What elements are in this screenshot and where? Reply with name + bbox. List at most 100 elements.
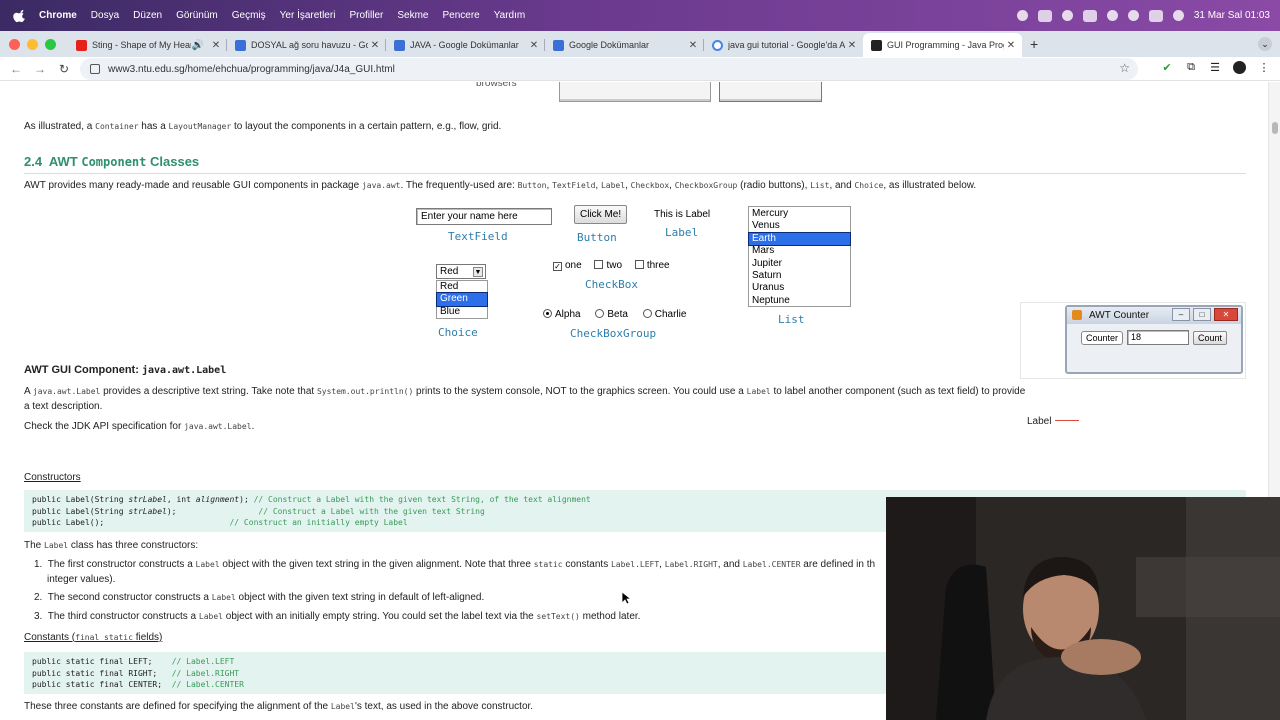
figure-box-left [559,82,711,102]
minimize-window-icon[interactable] [27,38,38,50]
browsers-label: browsers [476,82,517,89]
bookmark-star-icon[interactable]: ☆ [1119,61,1130,75]
control-center-icon[interactable] [1148,9,1163,22]
list-item-selected: Earth [748,231,851,247]
menu-gecmis[interactable]: Geçmiş [232,10,266,21]
list-item: Mercury [752,208,789,219]
label-description-line1: A java.awt.Label provides a descriptive … [24,386,1026,397]
close-tab-icon[interactable]: ✕ [686,40,700,51]
close-tab-icon[interactable]: ✕ [527,40,541,51]
screen-share-icon[interactable] [1037,9,1052,22]
spotlight-search-icon[interactable] [1127,10,1139,21]
sample-checkboxes: ✓ one two three [553,260,670,271]
choice-option: Red [440,281,459,292]
constructors-heading: Constructors [24,472,81,483]
scrollbar-thumb[interactable] [1272,122,1278,134]
awt-titlebar: AWT Counter – □ ✕ [1067,307,1241,324]
section-divider [24,173,1246,174]
status-icons: 31 Mar Sal 01:03 [1016,0,1270,31]
site-info-icon[interactable] [90,64,100,74]
close-tab-icon[interactable]: ✕ [1004,40,1018,51]
extension-leaf-icon[interactable]: ✔ [1161,61,1173,75]
menu-gorunum[interactable]: Görünüm [176,10,218,21]
checkbox-three: three [634,260,670,271]
menu-chrome[interactable]: Chrome [39,10,77,21]
pointer-arrow [1055,420,1079,421]
address-url: www3.ntu.edu.sg/home/ehchua/programming/… [108,63,395,75]
constants-heading: Constants (final static fields) [24,632,163,643]
checkbox-checked-icon: ✓ [553,262,562,271]
intro-paragraph: As illustrated, a Container has a Layout… [24,121,502,132]
menu-profiller[interactable]: Profiller [349,10,383,21]
jdk-api-link[interactable]: java.awt.Label [184,422,251,431]
clock[interactable]: 31 Mar Sal 01:03 [1194,10,1270,21]
menu-yer-isaretleri[interactable]: Yer İşaretleri [280,10,336,21]
checkbox-empty-icon [634,260,644,269]
siri-icon[interactable] [1172,10,1184,21]
jdk-api-paragraph: Check the JDK API specification for java… [24,421,255,432]
close-tab-icon[interactable]: ✕ [209,40,223,51]
constructor-list-item-2: 2. The second constructor constructs a L… [34,592,485,603]
tab-search-icon[interactable]: ⌄ [1258,37,1272,51]
battery-icon[interactable] [1082,9,1097,22]
list-item: Saturn [752,269,782,281]
radio-selected-icon [543,309,552,318]
wifi-icon[interactable] [1106,10,1118,21]
webcam-overlay [886,497,1280,720]
awt-window-buttons: – □ ✕ [1172,308,1238,321]
three-constructors-paragraph: The Label class has three constructors: [24,540,199,551]
menu-dosya[interactable]: Dosya [91,10,119,21]
tab-youtube[interactable]: Sting - Shape of My Heart 🔊 ✕ [68,33,227,57]
screen-record-icon[interactable] [1016,10,1028,21]
reading-list-icon[interactable]: ☰ [1209,61,1221,75]
caption-textfield: TextField [448,230,508,243]
choice-dropdown-list: Red Green Blue [436,280,488,320]
close-tab-icon[interactable]: ✕ [845,40,859,51]
profile-avatar-icon[interactable] [1233,61,1246,74]
sample-list: Mercury Venus Earth Mars Jupiter Saturn … [748,206,851,307]
chrome-menu-icon[interactable]: ⋮ [1258,61,1270,75]
extensions-puzzle-icon[interactable]: ⧉ [1185,61,1197,75]
tab-google-search[interactable]: java gui tutorial - Google'da A ✕ [704,33,863,57]
section-heading: 2.4 AWT Component Classes [24,154,200,169]
sample-label: This is Label [654,209,711,220]
close-tab-icon[interactable]: ✕ [368,40,382,51]
zoom-window-icon[interactable] [45,38,56,50]
constructor-list-item-1-wrap: integer values). [47,574,116,585]
reload-icon[interactable]: ↻ [52,62,76,76]
tab-gui-programming[interactable]: GUI Programming - Java Prog ✕ [863,33,1022,57]
apple-menu-icon[interactable] [13,9,27,23]
forward-icon[interactable]: → [28,62,52,76]
radio-charlie: Charlie [642,309,686,320]
close-window-icon[interactable] [9,38,20,50]
menu-sekme[interactable]: Sekme [397,10,428,21]
menu-yardim[interactable]: Yardım [494,10,526,21]
tab-dosyal[interactable]: DOSYAL ağ soru havuzu - Go ✕ [227,33,386,57]
sample-textfield: Enter your name here [416,208,552,225]
caption-button: Button [577,231,617,244]
caption-checkbox: CheckBox [585,278,638,291]
tab-title: JAVA - Google Dokümanlar [410,40,519,50]
java-icon [1072,310,1082,320]
speaker-icon[interactable]: 🔊 [191,40,205,51]
new-tab-icon[interactable]: + [1030,36,1038,52]
tab-google-docs[interactable]: Google Dokümanlar ✕ [545,33,704,57]
menu-pencere[interactable]: Pencere [442,10,479,21]
components-paragraph: AWT provides many ready-made and reusabl… [24,180,977,191]
radio-empty-icon [595,309,605,318]
tab-java-docs[interactable]: JAVA - Google Dokümanlar ✕ [386,33,545,57]
tab-title: GUI Programming - Java Prog [887,40,1004,50]
media-icon[interactable] [1061,10,1073,21]
awt-counter-side-label: Label [1027,416,1052,427]
google-docs-icon [394,39,405,51]
label-heading: AWT GUI Component: java.awt.Label [24,364,227,376]
count-button: Count [1193,331,1228,345]
label-description-line2: a text description. [24,401,103,412]
back-icon[interactable]: ← [4,62,28,76]
constructor-list-item-1: 1. The first constructor constructs a La… [34,559,876,570]
minimize-icon: – [1172,308,1190,321]
counter-label: Counter [1081,331,1124,345]
address-bar[interactable]: www3.ntu.edu.sg/home/ehchua/programming/… [80,58,1138,80]
tab-title: DOSYAL ağ soru havuzu - Go [251,40,368,50]
menu-duzen[interactable]: Düzen [133,10,162,21]
